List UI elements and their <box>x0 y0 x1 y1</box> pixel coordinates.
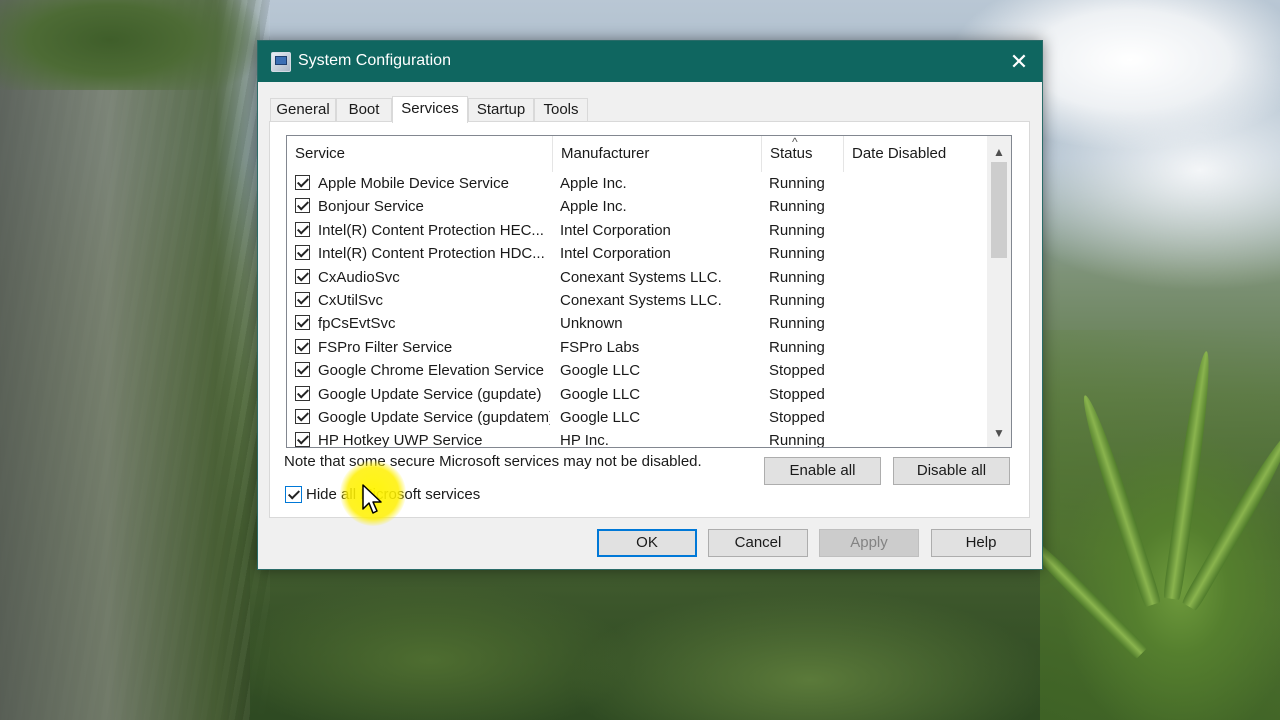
service-name: Google Update Service (gupdate) <box>318 385 542 403</box>
scroll-down-arrow-icon[interactable]: ▼ <box>987 421 1011 445</box>
service-name: Bonjour Service <box>318 198 424 216</box>
service-checkbox[interactable] <box>295 385 310 401</box>
title-bar[interactable]: System Configuration ✕ <box>258 41 1042 82</box>
service-checkbox[interactable] <box>295 245 310 261</box>
service-name: Intel(R) Content Protection HDC... <box>318 245 545 263</box>
secure-services-note: Note that some secure Microsoft services… <box>284 453 702 470</box>
tab-general[interactable]: General <box>270 98 336 121</box>
table-row[interactable]: Intel(R) Content Protection HDC... Intel… <box>287 242 987 265</box>
list-header: Service Manufacturer Status ^ Date Disab… <box>287 136 987 172</box>
service-status: Running <box>769 315 825 333</box>
service-name: Google Chrome Elevation Service <box>318 362 544 380</box>
column-header-service[interactable]: Service <box>287 136 553 172</box>
service-status: Stopped <box>769 385 825 403</box>
cancel-button[interactable]: Cancel <box>708 529 808 557</box>
table-row[interactable]: FSPro Filter Service FSPro Labs Running <box>287 336 987 359</box>
service-checkbox[interactable] <box>295 432 310 447</box>
service-status: Running <box>769 338 825 356</box>
service-manufacturer: Google LLC <box>560 409 641 426</box>
table-row[interactable]: Google Chrome Elevation Service Google L… <box>287 359 987 382</box>
service-checkbox[interactable] <box>295 268 310 284</box>
service-name: Intel(R) Content Protection HEC... <box>318 221 544 239</box>
column-header-date-disabled[interactable]: Date Disabled <box>844 136 987 172</box>
service-name: CxAudioSvc <box>318 268 400 286</box>
service-status: Running <box>769 245 825 263</box>
tab-services[interactable]: Services <box>392 96 468 123</box>
tab-startup[interactable]: Startup <box>468 98 534 121</box>
table-row[interactable]: Apple Mobile Device Service Apple Inc. R… <box>287 172 987 195</box>
service-status: Stopped <box>769 409 825 426</box>
service-name: fpCsEvtSvc <box>318 315 396 333</box>
service-checkbox[interactable] <box>295 362 310 378</box>
tab-boot[interactable]: Boot <box>336 98 392 121</box>
service-status: Running <box>769 268 825 286</box>
ok-button[interactable]: OK <box>597 529 697 557</box>
service-status: Running <box>769 221 825 239</box>
desktop-background-trees <box>0 0 260 90</box>
table-row[interactable]: fpCsEvtSvc Unknown Running <box>287 312 987 335</box>
service-manufacturer: Apple Inc. <box>560 175 627 192</box>
table-row[interactable]: Bonjour Service Apple Inc. Running <box>287 195 987 218</box>
service-checkbox[interactable] <box>295 221 310 237</box>
service-status: Stopped <box>769 362 825 380</box>
service-status: Running <box>769 432 825 448</box>
service-name: HP Hotkey UWP Service <box>318 432 483 448</box>
apply-button[interactable]: Apply <box>819 529 919 557</box>
service-manufacturer: HP Inc. <box>560 432 609 448</box>
column-header-manufacturer[interactable]: Manufacturer <box>553 136 762 172</box>
service-name: Google Update Service (gupdatem) <box>318 409 550 426</box>
service-status: Running <box>769 198 825 216</box>
table-row[interactable]: HP Hotkey UWP Service HP Inc. Running <box>287 429 987 448</box>
service-checkbox[interactable] <box>295 175 310 190</box>
service-manufacturer: Conexant Systems LLC. <box>560 292 722 309</box>
desktop-background-aloe <box>1008 330 1280 720</box>
services-list[interactable]: Service Manufacturer Status ^ Date Disab… <box>286 135 1012 448</box>
table-row[interactable]: Google Update Service (gupdate) Google L… <box>287 383 987 406</box>
service-manufacturer: FSPro Labs <box>560 338 640 356</box>
tab-tools[interactable]: Tools <box>534 98 588 121</box>
service-checkbox[interactable] <box>295 292 310 307</box>
aloe-leaf <box>1076 392 1162 608</box>
help-button[interactable]: Help <box>931 529 1031 557</box>
close-button[interactable]: ✕ <box>996 41 1042 82</box>
service-manufacturer: Unknown <box>560 315 623 333</box>
table-row[interactable]: Intel(R) Content Protection HEC... Intel… <box>287 219 987 242</box>
service-status: Running <box>769 175 825 192</box>
enable-all-button[interactable]: Enable all <box>764 457 881 485</box>
service-manufacturer: Google LLC <box>560 385 641 403</box>
service-name: CxUtilSvc <box>318 292 384 309</box>
service-name: FSPro Filter Service <box>318 338 453 356</box>
service-manufacturer: Conexant Systems LLC. <box>560 268 722 286</box>
system-configuration-dialog: System Configuration ✕ General Boot Serv… <box>257 40 1043 570</box>
sort-ascending-icon: ^ <box>792 135 798 149</box>
table-row[interactable]: Google Update Service (gupdatem) Google … <box>287 406 987 429</box>
service-checkbox[interactable] <box>295 338 310 354</box>
window-title: System Configuration <box>298 52 451 69</box>
service-manufacturer: Google LLC <box>560 362 641 380</box>
desktop-background-cliff <box>0 0 270 720</box>
vertical-scrollbar[interactable]: ▲ ▼ <box>987 136 1011 447</box>
hide-microsoft-services-checkbox[interactable] <box>285 486 302 503</box>
services-panel: Service Manufacturer Status ^ Date Disab… <box>269 121 1030 518</box>
service-checkbox[interactable] <box>295 409 310 424</box>
hide-microsoft-services-label[interactable]: Hide all Microsoft services <box>306 486 480 503</box>
service-checkbox[interactable] <box>295 315 310 331</box>
service-status: Running <box>769 292 825 309</box>
service-manufacturer: Apple Inc. <box>560 198 627 216</box>
column-header-status[interactable]: Status ^ <box>762 136 844 172</box>
table-row[interactable]: CxUtilSvc Conexant Systems LLC. Running <box>287 289 987 312</box>
msconfig-app-icon <box>271 52 291 72</box>
scrollbar-thumb[interactable] <box>991 162 1007 258</box>
service-name: Apple Mobile Device Service <box>318 175 509 192</box>
scroll-up-arrow-icon[interactable]: ▲ <box>987 140 1011 164</box>
table-row[interactable]: CxAudioSvc Conexant Systems LLC. Running <box>287 266 987 289</box>
service-checkbox[interactable] <box>295 198 310 214</box>
disable-all-button[interactable]: Disable all <box>893 457 1010 485</box>
service-manufacturer: Intel Corporation <box>560 221 671 239</box>
service-manufacturer: Intel Corporation <box>560 245 671 263</box>
